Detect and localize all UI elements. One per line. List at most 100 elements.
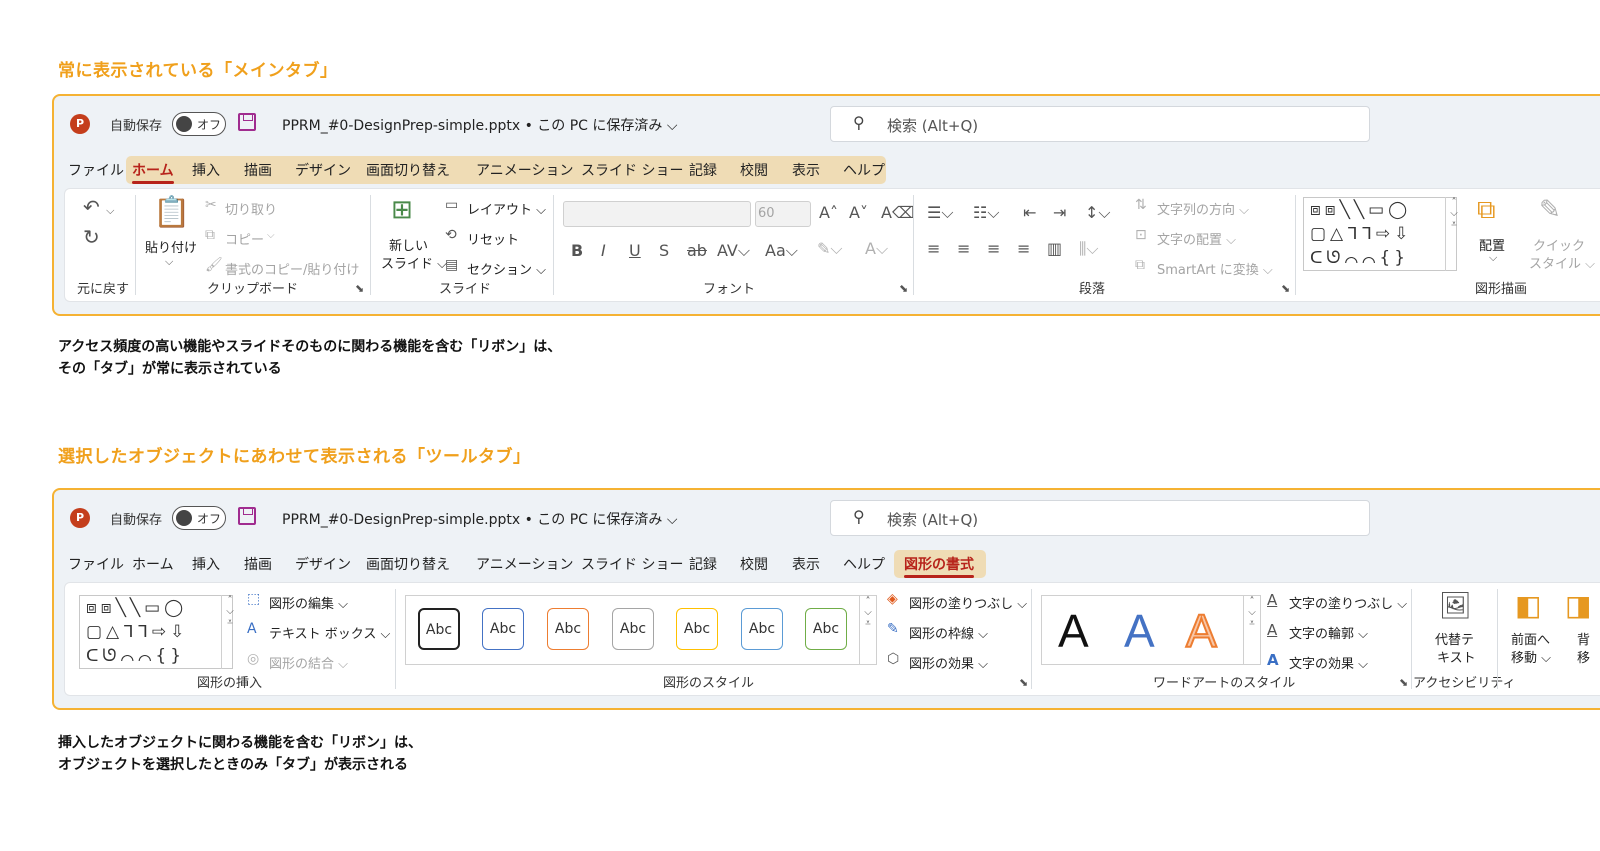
shape-fill-button[interactable]: 図形の塗りつぶし ⌵	[909, 593, 1027, 612]
shape-style-swatch[interactable]: Abc	[741, 608, 783, 650]
tab-view[interactable]: 表示	[792, 160, 820, 180]
clipboard-launcher-icon[interactable]: ⬊	[355, 282, 364, 295]
align-center-icon[interactable]: ≡	[957, 239, 970, 258]
tab-home[interactable]: ホーム	[132, 554, 174, 574]
distributed-icon[interactable]: ▥	[1047, 239, 1062, 258]
wordart-style-orange[interactable]: A	[1185, 605, 1218, 657]
text-outline-icon[interactable]: A	[1267, 621, 1277, 639]
tab-transitions[interactable]: 画面切り替え	[366, 554, 450, 574]
tab-file[interactable]: ファイル	[68, 160, 124, 180]
new-slide-label-1[interactable]: 新しい	[389, 235, 428, 254]
tab-design[interactable]: デザイン	[295, 554, 351, 574]
layout-button[interactable]: レイアウト ⌵	[467, 199, 546, 218]
justify-icon[interactable]: ≡	[1017, 239, 1030, 258]
send-backward-label-1[interactable]: 背	[1577, 629, 1590, 648]
shape-style-swatch[interactable]: Abc	[482, 608, 524, 650]
text-box-button[interactable]: テキスト ボックス ⌵	[269, 623, 390, 642]
bring-forward-label-2[interactable]: 移動 ⌵	[1511, 647, 1551, 666]
edit-shape-button[interactable]: 図形の編集 ⌵	[269, 593, 348, 612]
bring-forward-icon[interactable]: ◧	[1515, 589, 1541, 622]
bold-icon[interactable]: B	[571, 241, 583, 260]
shape-style-swatch[interactable]: Abc	[612, 608, 654, 650]
paste-button[interactable]: 貼り付け	[145, 237, 197, 256]
autosave-toggle[interactable]: オフ	[172, 506, 226, 530]
font-color-icon[interactable]: A⌵	[865, 239, 888, 259]
wordart-launcher-icon[interactable]: ⬊	[1399, 676, 1408, 689]
bring-forward-label-1[interactable]: 前面へ	[1511, 629, 1550, 648]
new-slide-icon[interactable]: ⊞	[391, 195, 413, 225]
shape-styles-gallery[interactable]: Abc Abc Abc Abc Abc Abc Abc ˄ ⌵ ⩡	[405, 595, 877, 665]
paragraph-launcher-icon[interactable]: ⬊	[1281, 282, 1290, 295]
text-effects-icon[interactable]: A	[1267, 651, 1279, 669]
reset-icon[interactable]: ⟲	[445, 227, 457, 243]
tab-review[interactable]: 校閲	[740, 554, 768, 574]
tab-home[interactable]: ホーム	[132, 160, 174, 184]
tab-record[interactable]: 記録	[689, 160, 717, 180]
shapes-gallery[interactable]: ⧈⧈╲╲▭◯ ▢△ᒣᒣ⇨⇩ ᑕᘎ⌒⌒{}	[1303, 197, 1457, 271]
redo-icon[interactable]: ↻	[83, 225, 100, 249]
wordart-style-black[interactable]: A	[1058, 606, 1089, 656]
section-button[interactable]: セクション ⌵	[467, 259, 546, 278]
alt-text-label-1[interactable]: 代替テ	[1435, 629, 1474, 648]
tab-shape-format[interactable]: 図形の書式	[904, 554, 974, 578]
shape-outline-button[interactable]: 図形の枠線 ⌵	[909, 623, 988, 642]
font-launcher-icon[interactable]: ⬊	[899, 282, 908, 295]
shape-style-swatch[interactable]: Abc	[547, 608, 589, 650]
tab-insert[interactable]: 挿入	[192, 160, 220, 180]
tab-insert[interactable]: 挿入	[192, 554, 220, 574]
tab-transitions[interactable]: 画面切り替え	[366, 160, 450, 180]
send-backward-label-2[interactable]: 移	[1577, 647, 1590, 666]
wordart-style-blue[interactable]: A	[1124, 606, 1155, 656]
shapes-gallery[interactable]: ⧈⧈╲╲▭◯ ▢△ᒣᒣ⇨⇩ ᑕᘎ⌒⌒{}	[79, 595, 233, 669]
increase-font-icon[interactable]: A˄	[819, 203, 838, 222]
document-title[interactable]: PPRM_#0-DesignPrep-simple.pptx • この PC に…	[282, 115, 677, 135]
tab-animations[interactable]: アニメーション	[476, 554, 573, 574]
tab-draw[interactable]: 描画	[244, 554, 272, 574]
tab-animations[interactable]: アニメーション	[476, 160, 573, 180]
save-icon[interactable]	[238, 507, 256, 525]
tab-draw[interactable]: 描画	[244, 160, 272, 180]
shape-style-swatch[interactable]: Abc	[676, 608, 718, 650]
tab-slideshow[interactable]: スライド ショー	[581, 554, 683, 574]
increase-indent-icon[interactable]: ⇥	[1053, 203, 1066, 222]
new-slide-label-2[interactable]: スライド ⌵	[381, 253, 447, 272]
alt-text-icon[interactable]: 🖼	[1439, 591, 1472, 621]
tab-file[interactable]: ファイル	[68, 554, 124, 574]
tab-help[interactable]: ヘルプ	[843, 554, 885, 574]
shape-effects-button[interactable]: 図形の効果 ⌵	[909, 653, 988, 672]
chevron-down-icon[interactable]: ⌵	[165, 255, 173, 269]
shape-style-swatch[interactable]: Abc	[805, 608, 847, 650]
shadow-icon[interactable]: S	[659, 241, 669, 260]
shape-styles-launcher-icon[interactable]: ⬊	[1019, 676, 1028, 689]
align-left-icon[interactable]: ≡	[927, 239, 940, 258]
tab-help[interactable]: ヘルプ	[843, 160, 885, 180]
bullets-icon[interactable]: ☰⌵	[927, 203, 953, 223]
text-box-icon[interactable]: A	[247, 621, 257, 637]
tab-view[interactable]: 表示	[792, 554, 820, 574]
paint-bucket-icon[interactable]: ◈	[887, 591, 898, 607]
paste-icon[interactable]: 📋	[153, 195, 190, 230]
change-case-icon[interactable]: Aa⌵	[765, 241, 798, 261]
alt-text-label-2[interactable]: キスト	[1437, 647, 1476, 666]
italic-icon[interactable]: I	[601, 241, 606, 260]
shape-styles-scroll[interactable]: ˄ ⌵ ⩡	[859, 596, 876, 664]
chevron-down-icon[interactable]: ⌵	[1489, 251, 1497, 265]
search-box[interactable]: ⚲ 検索 (Alt+Q)	[830, 106, 1370, 142]
highlight-icon[interactable]: ✎⌵	[817, 239, 843, 259]
text-fill-button[interactable]: 文字の塗りつぶし ⌵	[1289, 593, 1407, 612]
search-box[interactable]: ⚲ 検索 (Alt+Q)	[830, 500, 1370, 536]
pen-icon[interactable]: ✎	[887, 621, 899, 637]
decrease-font-icon[interactable]: A˅	[849, 203, 868, 222]
shapes-gallery-scroll[interactable]: ˄ ⌵ ⩡	[221, 595, 238, 669]
char-spacing-icon[interactable]: AV⌵	[717, 241, 750, 261]
shape-style-swatch[interactable]: Abc	[418, 608, 460, 650]
numbering-icon[interactable]: ☷⌵	[973, 203, 999, 223]
document-title[interactable]: PPRM_#0-DesignPrep-simple.pptx • この PC に…	[282, 509, 677, 529]
text-outline-button[interactable]: 文字の輪郭 ⌵	[1289, 623, 1368, 642]
save-icon[interactable]	[238, 113, 256, 131]
wordart-scroll[interactable]: ˄ ⌵ ⩡	[1243, 596, 1260, 664]
tab-slideshow[interactable]: スライド ショー	[581, 160, 683, 180]
line-spacing-icon[interactable]: ↕⌵	[1085, 203, 1111, 223]
text-fill-icon[interactable]: A	[1267, 591, 1277, 609]
layout-icon[interactable]: ▭	[445, 197, 458, 213]
